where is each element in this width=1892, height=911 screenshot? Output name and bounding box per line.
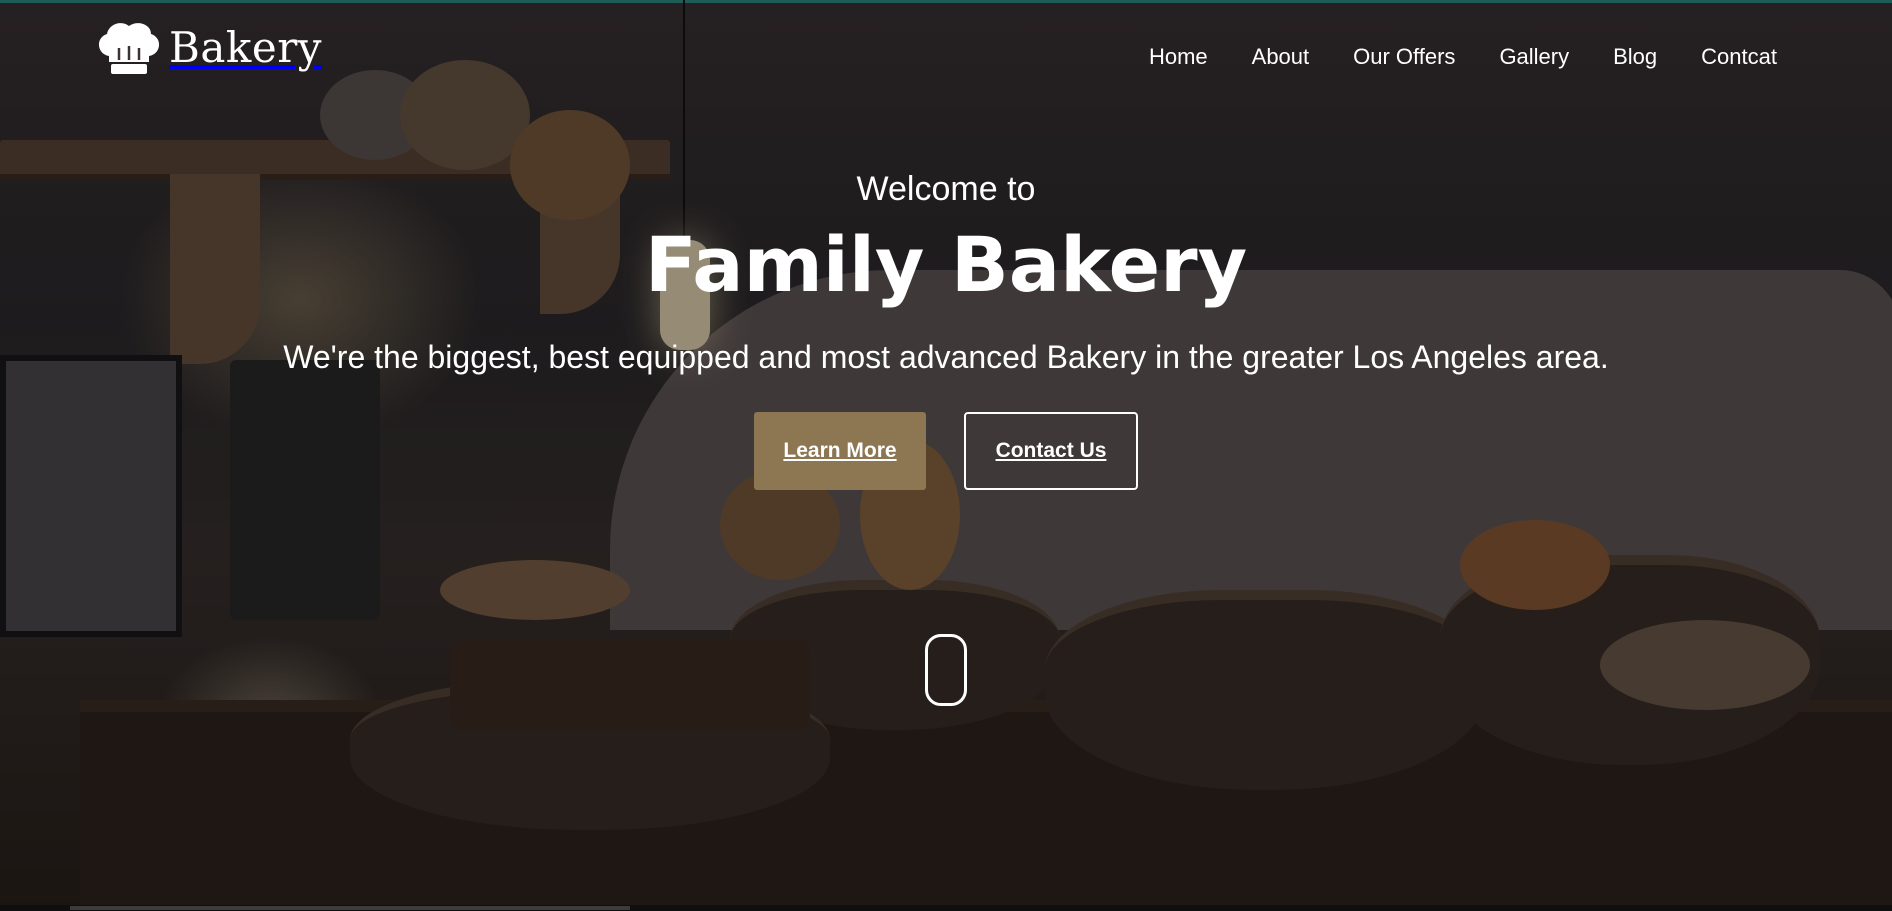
- nav-about[interactable]: About: [1252, 44, 1310, 70]
- hero-title: Family Bakery: [644, 220, 1248, 309]
- brand-logo[interactable]: Bakery: [95, 18, 322, 76]
- hero-buttons: Learn More Contact Us: [0, 412, 1892, 490]
- hero-section: Bakery Home About Our Offers Gallery Blo…: [0, 0, 1892, 911]
- nav-blog[interactable]: Blog: [1613, 44, 1657, 70]
- main-menu: Home About Our Offers Gallery Blog Contc…: [1149, 44, 1777, 70]
- navbar: Bakery Home About Our Offers Gallery Blo…: [0, 0, 1892, 110]
- learn-more-button[interactable]: Learn More: [754, 412, 926, 490]
- nav-contact[interactable]: Contcat: [1701, 44, 1777, 70]
- nav-gallery[interactable]: Gallery: [1499, 44, 1569, 70]
- contact-us-button[interactable]: Contact Us: [964, 412, 1138, 490]
- hero-content: Welcome to Family Bakery We're the bigge…: [0, 170, 1892, 490]
- nav-home[interactable]: Home: [1149, 44, 1208, 70]
- welcome-text: Welcome to: [856, 170, 1036, 208]
- mouse-scroll-icon[interactable]: [925, 634, 967, 706]
- brand-name: Bakery: [169, 22, 323, 72]
- nav-our-offers[interactable]: Our Offers: [1353, 44, 1455, 70]
- chef-hat-icon: [98, 23, 160, 74]
- horizontal-scrollbar-thumb[interactable]: [70, 906, 630, 910]
- hero-subtitle: We're the biggest, best equipped and mos…: [283, 339, 1609, 375]
